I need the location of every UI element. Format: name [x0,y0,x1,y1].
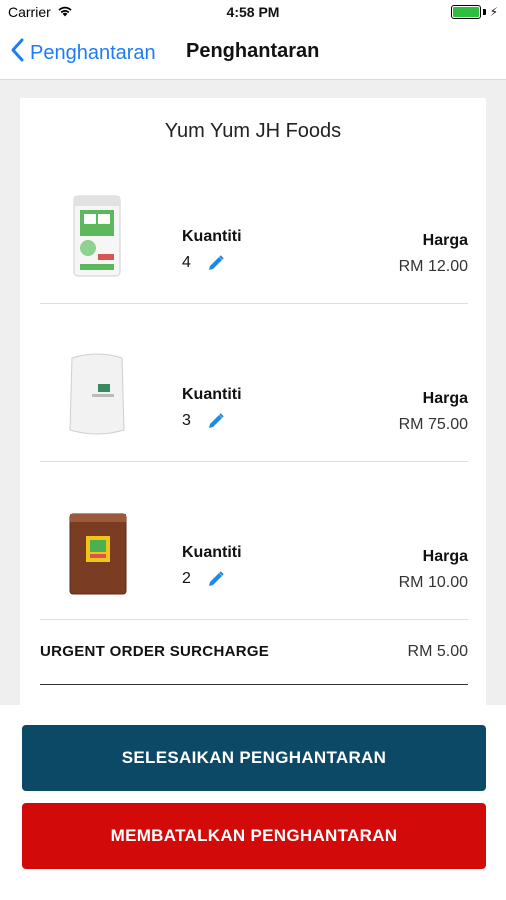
surcharge-row: URGENT ORDER SURCHARGE RM 5.00 [40,643,468,685]
order-card: Yum Yum JH Foods Kuantiti 4 Harga RM 12.… [20,98,486,705]
price-value: RM 75.00 [398,416,468,433]
surcharge-value: RM 5.00 [407,643,468,660]
quantity-value: 3 [182,412,191,429]
back-button[interactable]: Penghantaran [10,38,156,68]
product-image [62,350,132,438]
order-item: Kuantiti 2 Harga RM 10.00 [40,462,468,620]
navigation-bar: Penghantaran Penghantaran [0,26,506,80]
quantity-row: 3 [182,412,225,430]
price-label: Harga [422,232,468,249]
battery-indicator: ⚡ [450,5,498,19]
order-item: Kuantiti 4 Harga RM 12.00 [40,146,468,304]
back-label: Penghantaran [30,41,156,64]
quantity-label: Kuantiti [182,386,242,403]
product-image [62,192,132,280]
quantity-row: 4 [182,254,225,272]
quantity-label: Kuantiti [182,228,242,245]
quantity-value: 2 [182,570,191,587]
complete-delivery-button[interactable]: SELESAIKAN PENGHANTARAN [22,725,486,791]
pencil-icon[interactable] [207,570,225,588]
price-value: RM 10.00 [398,574,468,591]
cancel-delivery-button[interactable]: MEMBATALKAN PENGHANTARAN [22,803,486,869]
battery-cap [482,9,486,15]
product-image [62,510,132,598]
charging-icon: ⚡ [489,5,498,19]
price-label: Harga [422,548,468,565]
price-value: RM 12.00 [398,258,468,275]
pencil-icon[interactable] [207,412,225,430]
chevron-left-icon [10,38,30,68]
quantity-label: Kuantiti [182,544,242,561]
quantity-row: 2 [182,570,225,588]
battery-icon [450,5,481,19]
battery-level [452,7,479,17]
status-bar: Carrier 4:58 PM ⚡ [0,0,506,26]
surcharge-label: URGENT ORDER SURCHARGE [40,643,270,660]
status-time: 4:58 PM [226,4,280,20]
shop-name: Yum Yum JH Foods [164,120,342,142]
quantity-value: 4 [182,254,191,271]
price-label: Harga [422,390,468,407]
pencil-icon[interactable] [207,254,225,272]
order-item: Kuantiti 3 Harga RM 75.00 [40,304,468,462]
page-title: Penghantaran [186,40,320,62]
